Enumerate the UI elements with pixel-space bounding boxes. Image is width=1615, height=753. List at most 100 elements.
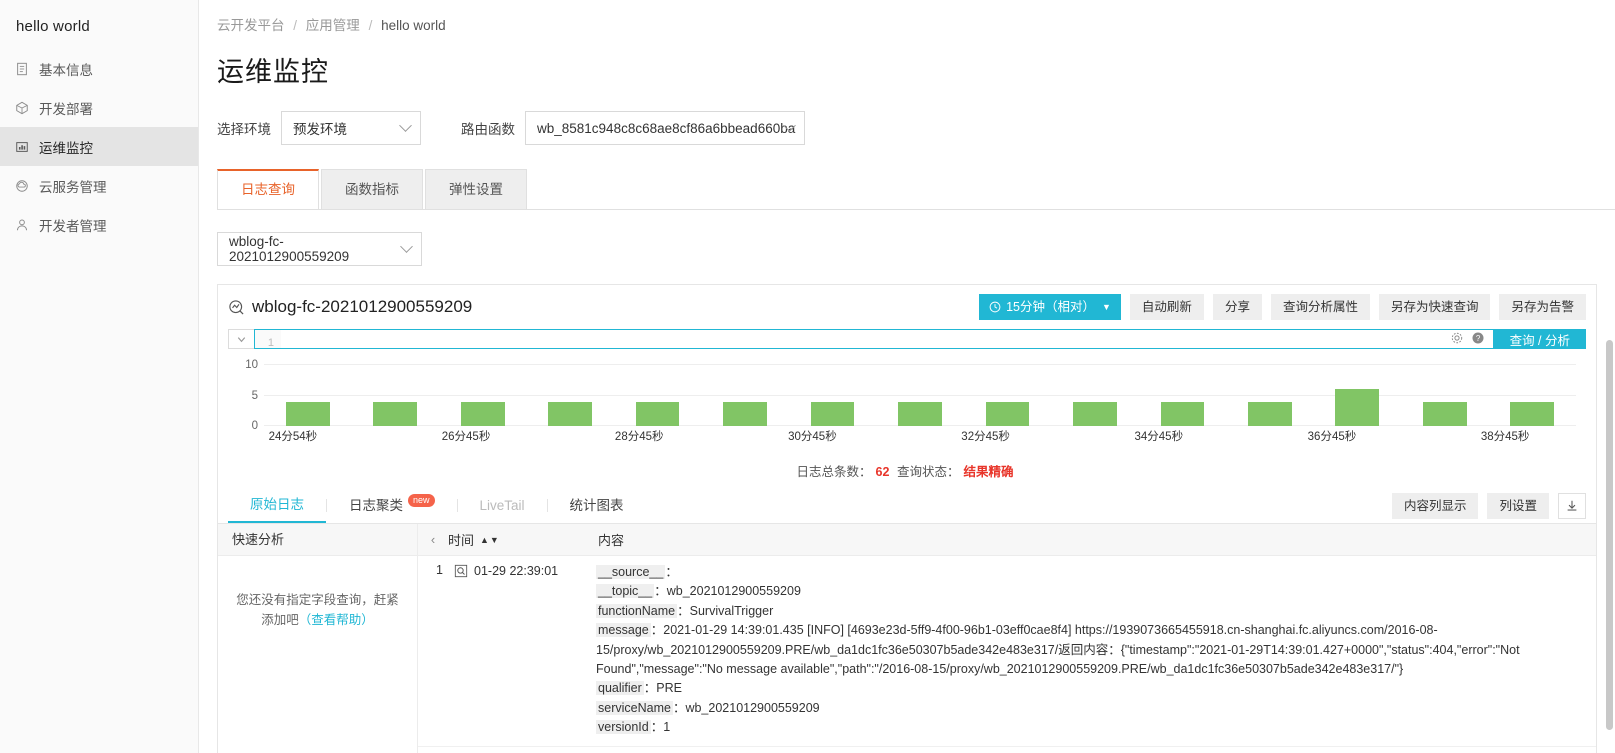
cloud-icon xyxy=(15,178,37,194)
field-sep: ： xyxy=(665,565,678,579)
content-column-display-button[interactable]: 内容列显示 xyxy=(1392,493,1479,519)
chart-bar[interactable] xyxy=(548,402,592,426)
log-results-table: 快速分析 您还没有指定字段查询，赶紧添加吧（查看帮助） ‹ 时间 ▲▼ 内容 xyxy=(218,524,1596,753)
env-select[interactable]: 预发环境 xyxy=(281,111,421,145)
chart-bar[interactable] xyxy=(1510,402,1554,426)
table-row[interactable]: 1 01-29 22:39:01 __source__： __topic__：w… xyxy=(418,556,1596,747)
result-tab-statistics-chart[interactable]: 统计图表 xyxy=(548,488,646,523)
field-value: PRE xyxy=(656,681,682,695)
question-icon[interactable]: ? xyxy=(1471,331,1485,348)
chart-bar-slot[interactable] xyxy=(964,365,1051,426)
gear-icon[interactable] xyxy=(1450,331,1464,348)
time-range-button[interactable]: 15分钟（相对） ▼ xyxy=(979,294,1121,320)
result-tab-raw-logs[interactable]: 原始日志 xyxy=(228,488,326,523)
chevron-down-icon: ▼ xyxy=(1102,294,1111,320)
quick-analysis-empty: 您还没有指定字段查询，赶紧添加吧（查看帮助） xyxy=(218,556,417,630)
app-root: hello world 基本信息 开发部署 运维监控 云服务管理 xyxy=(0,0,1615,753)
chart-bar-slot[interactable] xyxy=(1139,365,1226,426)
function-select[interactable]: wb_8581c948c8c68ae8cf86a6bbead660ba xyxy=(525,111,805,145)
tab-function-metrics[interactable]: 函数指标 xyxy=(321,169,423,209)
chart-bar[interactable] xyxy=(986,402,1030,426)
time-column-header[interactable]: 时间 ▲▼ xyxy=(448,530,598,549)
chart-bar[interactable] xyxy=(461,402,505,426)
log-table-header: ‹ 时间 ▲▼ 内容 xyxy=(418,524,1596,556)
tab-log-query[interactable]: 日志查询 xyxy=(217,169,319,209)
new-badge: new xyxy=(408,494,435,507)
chart-bar-slot[interactable] xyxy=(439,365,526,426)
query-analysis-props-button[interactable]: 查询分析属性 xyxy=(1271,294,1370,320)
chart-bar-slot[interactable] xyxy=(1226,365,1313,426)
log-histogram-chart[interactable]: 0510 24分54秒26分45秒28分45秒30分45秒32分45秒34分45… xyxy=(228,357,1586,452)
chart-x-tick-label: 24分54秒 xyxy=(269,428,318,444)
result-actions: 内容列显示 列设置 xyxy=(1383,493,1586,519)
sidebar-item-basic-info[interactable]: 基本信息 xyxy=(0,49,198,88)
sidebar-item-label: 基本信息 xyxy=(39,59,93,79)
chart-bar[interactable] xyxy=(1335,389,1379,426)
field-sep: ： xyxy=(677,604,690,618)
field-sep: ： xyxy=(644,681,657,695)
share-button[interactable]: 分享 xyxy=(1213,294,1262,320)
field-sep: ： xyxy=(673,701,686,715)
download-icon[interactable] xyxy=(1558,493,1586,519)
chart-bar-slot[interactable] xyxy=(789,365,876,426)
query-input-tools: ? xyxy=(1450,331,1493,348)
chart-bar-slot[interactable] xyxy=(876,365,963,426)
chart-bar-slot[interactable] xyxy=(614,365,701,426)
table-row[interactable]: 2 01-29 22:39:01 __source__： __topic__：w… xyxy=(418,747,1596,753)
log-field: __topic__：wb_2021012900559209 xyxy=(596,582,1582,601)
chart-bar-slot[interactable] xyxy=(526,365,613,426)
chart-bar-slot[interactable] xyxy=(1314,365,1401,426)
save-as-quick-query-button[interactable]: 另存为快速查询 xyxy=(1379,294,1491,320)
logstore-select[interactable]: wblog-fc-2021012900559209 xyxy=(217,232,422,266)
query-input[interactable]: 1 ? xyxy=(254,329,1494,349)
query-expand-toggle[interactable] xyxy=(228,329,254,349)
chart-bar[interactable] xyxy=(373,402,417,426)
page-scrollbar[interactable] xyxy=(1606,340,1613,730)
log-panel-title: wblog-fc-2021012900559209 xyxy=(228,297,472,317)
sidebar-item-label: 运维监控 xyxy=(39,137,93,157)
chart-bar[interactable] xyxy=(898,402,942,426)
sort-icons[interactable]: ▲▼ xyxy=(480,535,500,545)
search-analyze-button[interactable]: 查询 / 分析 xyxy=(1494,329,1586,349)
auto-refresh-button[interactable]: 自动刷新 xyxy=(1130,294,1204,320)
save-as-alert-button[interactable]: 另存为告警 xyxy=(1499,294,1586,320)
chart-x-tick-label: 36分45秒 xyxy=(1308,428,1357,444)
tab-elastic-settings[interactable]: 弹性设置 xyxy=(425,169,527,209)
sidebar-item-dev-deploy[interactable]: 开发部署 xyxy=(0,88,198,127)
log-field: functionName：SurvivalTrigger xyxy=(596,602,1582,621)
chevron-left-icon[interactable]: ‹ xyxy=(418,532,448,547)
row-content: __source__： __topic__：wb_202101290055920… xyxy=(596,563,1596,737)
sidebar-item-cloud-service[interactable]: 云服务管理 xyxy=(0,166,198,205)
field-value: wb_2021012900559209 xyxy=(667,584,801,598)
magnifier-icon[interactable] xyxy=(448,563,474,737)
chart-bar-slot[interactable] xyxy=(701,365,788,426)
breadcrumb-item-platform[interactable]: 云开发平台 xyxy=(217,18,285,33)
chart-bar[interactable] xyxy=(286,402,330,426)
query-status-value: 结果精确 xyxy=(963,465,1013,479)
quick-analysis-help-link[interactable]: （查看帮助） xyxy=(299,613,374,627)
chart-bar-slot[interactable] xyxy=(351,365,438,426)
chart-bar-slot[interactable] xyxy=(1401,365,1488,426)
breadcrumb: 云开发平台 / 应用管理 / hello world xyxy=(199,0,1615,34)
chart-bar[interactable] xyxy=(636,402,680,426)
env-select-label: 选择环境 xyxy=(217,118,271,138)
chart-bar-slot[interactable] xyxy=(264,365,351,426)
field-key: qualifier xyxy=(596,681,644,695)
chart-bar[interactable] xyxy=(1423,402,1467,426)
chart-bar[interactable] xyxy=(723,402,767,426)
chart-y-tick-label: 5 xyxy=(228,390,258,402)
chart-y-tick-label: 10 xyxy=(228,359,258,371)
chart-x-tick-label: 34分45秒 xyxy=(1134,428,1183,444)
column-settings-button[interactable]: 列设置 xyxy=(1487,493,1549,519)
chart-bar[interactable] xyxy=(1073,402,1117,426)
sidebar-item-ops-monitor[interactable]: 运维监控 xyxy=(0,127,198,166)
chart-bar[interactable] xyxy=(1248,402,1292,426)
chart-bar-slot[interactable] xyxy=(1051,365,1138,426)
chart-bar[interactable] xyxy=(1161,402,1205,426)
chart-bar-slot[interactable] xyxy=(1489,365,1576,426)
result-tab-livetail[interactable]: LiveTail xyxy=(458,488,547,523)
breadcrumb-item-app-manage[interactable]: 应用管理 xyxy=(306,18,360,33)
chart-bar[interactable] xyxy=(811,402,855,426)
result-tab-log-clustering[interactable]: 日志聚类 new xyxy=(327,488,457,523)
sidebar-item-developer-admin[interactable]: 开发者管理 xyxy=(0,205,198,244)
